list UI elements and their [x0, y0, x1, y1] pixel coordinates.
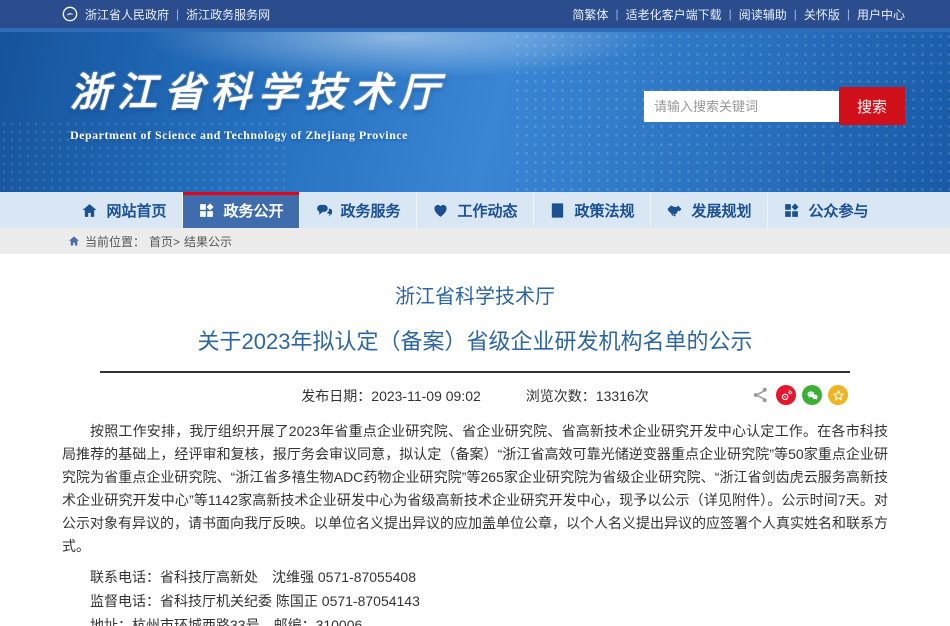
nav-item-development-plan[interactable]: 发展规划: [650, 192, 767, 228]
heart-icon: [432, 202, 449, 219]
simplified-traditional-link[interactable]: 简繁体: [572, 6, 608, 23]
breadcrumb-home-link[interactable]: 首页>: [149, 233, 180, 250]
wechat-share-icon[interactable]: [802, 385, 822, 405]
site-search: 搜索: [644, 87, 905, 125]
breadcrumb-prefix: 当前位置：: [85, 233, 145, 250]
view-count: 浏览次数：13316次: [526, 386, 649, 406]
gov-open-icon: [198, 202, 215, 219]
site-banner: 浙江省科学技术厅 Department of Science and Techn…: [0, 32, 950, 192]
nav-item-policy[interactable]: 政策法规: [533, 192, 650, 228]
supervision-phone: 监督电话：省科技厅机关纪委 陈国正 0571-87054143: [62, 589, 888, 613]
chat-bubbles-icon: [315, 202, 332, 219]
participate-icon: [783, 202, 800, 219]
article-title-line1: 浙江省科学技术厅: [62, 280, 888, 309]
home-icon: [81, 202, 98, 219]
nav-item-home[interactable]: 网站首页: [66, 192, 182, 228]
care-version-link[interactable]: 关怀版: [804, 6, 840, 23]
nav-item-work-news[interactable]: 工作动态: [416, 192, 533, 228]
breadcrumb: 当前位置： 首页> 结果公示: [0, 228, 950, 254]
gov-emblem-icon: [62, 6, 78, 22]
accessibility-client-link[interactable]: 适老化客户端下载: [626, 6, 722, 23]
nav-item-gov-open[interactable]: 政务公开: [182, 192, 299, 228]
nav-item-public-participation[interactable]: 公众参与: [767, 192, 884, 228]
top-utility-bar: 浙江省人民政府 | 浙江政务服务网 简繁体 | 适老化客户端下载 | 阅读辅助 …: [0, 0, 950, 28]
nav-item-gov-service[interactable]: 政务服务: [299, 192, 416, 228]
home-small-icon: [68, 235, 80, 247]
user-center-link[interactable]: 用户中心: [857, 6, 905, 23]
contact-phone: 联系电话：省科技厅高新处 沈维强 0571-87055408: [62, 565, 888, 589]
publish-date: 发布日期：2023-11-09 09:02: [301, 386, 481, 406]
reading-aid-link[interactable]: 阅读辅助: [739, 6, 787, 23]
separator: |: [176, 7, 179, 21]
article-meta: 发布日期：2023-11-09 09:02 浏览次数：13316次: [62, 384, 888, 408]
weibo-share-icon[interactable]: [776, 385, 796, 405]
share-bar: [752, 385, 848, 405]
site-subtitle: Department of Science and Technology of …: [70, 128, 446, 143]
article-title-line2: 关于2023年拟认定（备案）省级企业研发机构名单的公示: [62, 324, 888, 356]
site-title: 浙江省科学技术厅: [70, 60, 446, 118]
search-button[interactable]: 搜索: [839, 87, 905, 125]
contact-info: 联系电话：省科技厅高新处 沈维强 0571-87055408 监督电话：省科技厅…: [62, 565, 888, 626]
gov-portal-link[interactable]: 浙江省人民政府: [85, 6, 169, 23]
article: 浙江省科学技术厅 关于2023年拟认定（备案）省级企业研发机构名单的公示 发布日…: [0, 254, 950, 626]
share-icon[interactable]: [752, 386, 770, 404]
main-nav: 网站首页 政务公开 政务服务 工作动态 政策法规 发展规划 公众参与: [0, 192, 950, 228]
favorite-share-icon[interactable]: [828, 385, 848, 405]
document-icon: [549, 202, 566, 219]
title-divider: [100, 371, 850, 373]
gov-service-link[interactable]: 浙江政务服务网: [186, 6, 270, 23]
article-body: 按照工作安排，我厅组织开展了2023年省重点企业研究院、省企业研究院、省高新技术…: [62, 420, 888, 558]
handshake-icon: [666, 202, 683, 219]
breadcrumb-current: 结果公示: [184, 233, 232, 250]
site-logo[interactable]: 浙江省科学技术厅 Department of Science and Techn…: [70, 60, 446, 143]
address: 地址：杭州市环城西路33号 邮编：310006: [62, 613, 888, 626]
search-input[interactable]: [644, 91, 839, 122]
